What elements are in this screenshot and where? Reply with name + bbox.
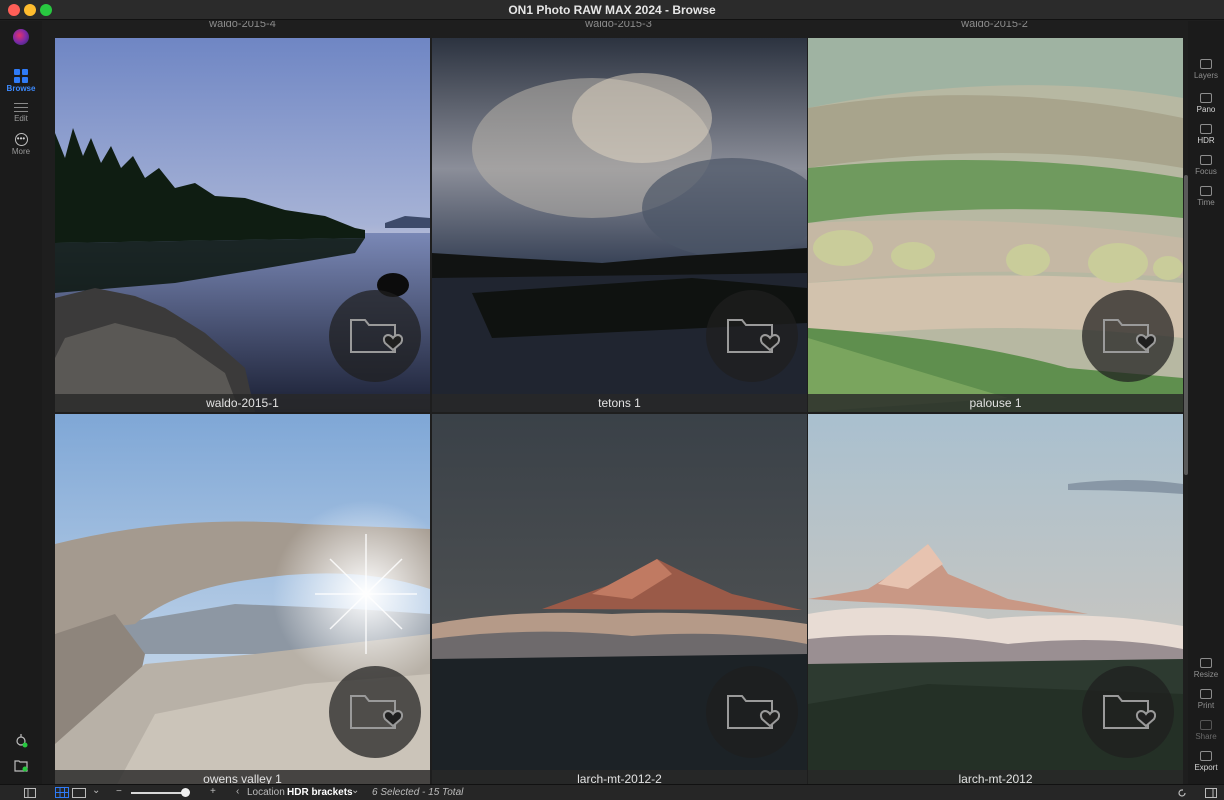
add-to-album-button[interactable] <box>329 290 421 382</box>
rail-label-hdr: HDR <box>1197 136 1215 145</box>
rail-label-pano: Pano <box>1196 105 1216 114</box>
rail-item-share[interactable]: Share <box>1188 720 1224 741</box>
location-dropdown-chevron[interactable]: ⌄ <box>351 785 359 796</box>
location-value[interactable]: HDR brackets <box>287 787 353 798</box>
rail-label-time: Time <box>1197 198 1215 207</box>
rail-item-hdr[interactable]: HDR <box>1188 124 1224 145</box>
rail-label-edit: Edit <box>14 114 28 123</box>
thumbnail-grid: waldo-2015-1 tetons 1 palouse 1 owens va… <box>55 38 1183 788</box>
prev-row-label: waldo-2015-3 <box>585 21 652 30</box>
thumbnail-larch-mt-2012[interactable]: larch-mt-2012 <box>808 414 1183 788</box>
print-icon <box>1200 689 1212 699</box>
rail-item-more[interactable]: ••• More <box>0 133 42 156</box>
add-to-album-button[interactable] <box>329 666 421 758</box>
folder-heart-icon <box>727 695 780 729</box>
rail-label-share: Share <box>1195 732 1217 741</box>
right-tool-rail: Layers Pano HDR Focus Time Resize Print … <box>1188 21 1224 784</box>
rail-label-browse: Browse <box>6 84 36 93</box>
folder-heart-icon <box>1103 695 1156 729</box>
grid-view-icon[interactable] <box>55 787 69 798</box>
thumbnail-owens-valley-1[interactable]: owens valley 1 <box>55 414 430 788</box>
app-logo-icon[interactable] <box>13 29 29 45</box>
add-to-album-button[interactable] <box>706 290 798 382</box>
previous-row-labels: waldo-2015-4 waldo-2015-3 waldo-2015-2 <box>55 21 1183 38</box>
grid-scrollbar[interactable] <box>1184 175 1188 475</box>
hdr-icon <box>1200 124 1212 134</box>
bottom-toolbar: ⌄ − + ‹ Location HDR brackets ⌄ 6 Select… <box>0 784 1224 800</box>
thumbnail-larch-mt-2012-2[interactable]: larch-mt-2012-2 <box>432 414 807 788</box>
thumbnail-palouse-1[interactable]: palouse 1 <box>808 38 1183 412</box>
sliders-icon <box>14 101 28 113</box>
rail-label-layers: Layers <box>1193 71 1218 80</box>
rail-label-print: Print <box>1197 701 1215 710</box>
folder-heart-icon <box>350 695 403 729</box>
folder-heart-icon <box>727 319 780 353</box>
rail-item-pano[interactable]: Pano <box>1188 93 1224 114</box>
rail-item-print[interactable]: Print <box>1188 689 1224 710</box>
resize-icon <box>1200 658 1212 668</box>
focus-icon <box>1200 155 1212 165</box>
rail-label-export: Export <box>1194 763 1218 772</box>
sync-icon[interactable] <box>14 734 28 748</box>
folder-heart-icon <box>1103 319 1156 353</box>
export-icon <box>1200 751 1212 761</box>
rail-label-more: More <box>11 147 31 156</box>
rail-item-edit[interactable]: Edit <box>0 101 42 123</box>
rail-item-browse[interactable]: Browse <box>0 69 42 93</box>
left-tool-rail: Browse Edit ••• More <box>0 21 42 784</box>
time-icon <box>1200 186 1212 196</box>
window-title: ON1 Photo RAW MAX 2024 - Browse <box>508 3 716 17</box>
zoom-slider-track[interactable] <box>131 792 188 794</box>
rail-item-focus[interactable]: Focus <box>1188 155 1224 176</box>
rail-label-focus: Focus <box>1195 167 1217 176</box>
thumbnail-label: tetons 1 <box>432 394 807 412</box>
more-icon: ••• <box>14 133 28 146</box>
title-bar: ON1 Photo RAW MAX 2024 - Browse <box>0 0 1224 20</box>
toggle-left-panel-icon[interactable] <box>24 788 36 798</box>
add-to-album-button[interactable] <box>1082 666 1174 758</box>
thumbnail-tetons-1[interactable]: tetons 1 <box>432 38 807 412</box>
zoom-out-button[interactable]: − <box>116 786 122 797</box>
location-label: Location <box>247 787 285 798</box>
rail-label-resize: Resize <box>1193 670 1219 679</box>
view-options-chevron[interactable]: ⌄ <box>92 785 100 796</box>
rail-item-time[interactable]: Time <box>1188 186 1224 207</box>
share-icon <box>1200 720 1212 730</box>
back-button[interactable]: ‹ <box>236 786 239 797</box>
selection-info: 6 Selected - 15 Total <box>372 787 464 798</box>
thumbnail-label: palouse 1 <box>808 394 1183 412</box>
thumbnail-label: waldo-2015-1 <box>55 394 430 412</box>
prev-row-label: waldo-2015-2 <box>961 21 1028 30</box>
folder-heart-icon <box>350 319 403 353</box>
layers-icon <box>1200 59 1212 69</box>
zoom-in-button[interactable]: + <box>210 786 216 797</box>
rotate-icon[interactable] <box>1177 788 1187 798</box>
thumbnail-waldo-2015-1[interactable]: waldo-2015-1 <box>55 38 430 412</box>
rail-item-layers[interactable]: Layers <box>1188 59 1224 80</box>
folder-status-icon[interactable] <box>14 758 28 772</box>
toggle-right-panel-icon[interactable] <box>1205 788 1217 798</box>
zoom-slider-knob[interactable] <box>181 788 190 797</box>
add-to-album-button[interactable] <box>1082 290 1174 382</box>
detail-view-icon[interactable] <box>72 788 86 798</box>
rail-item-resize[interactable]: Resize <box>1188 658 1224 679</box>
add-to-album-button[interactable] <box>706 666 798 758</box>
grid-icon <box>14 69 28 83</box>
rail-item-export[interactable]: Export <box>1188 751 1224 772</box>
prev-row-label: waldo-2015-4 <box>209 21 276 30</box>
pano-icon <box>1200 93 1212 103</box>
